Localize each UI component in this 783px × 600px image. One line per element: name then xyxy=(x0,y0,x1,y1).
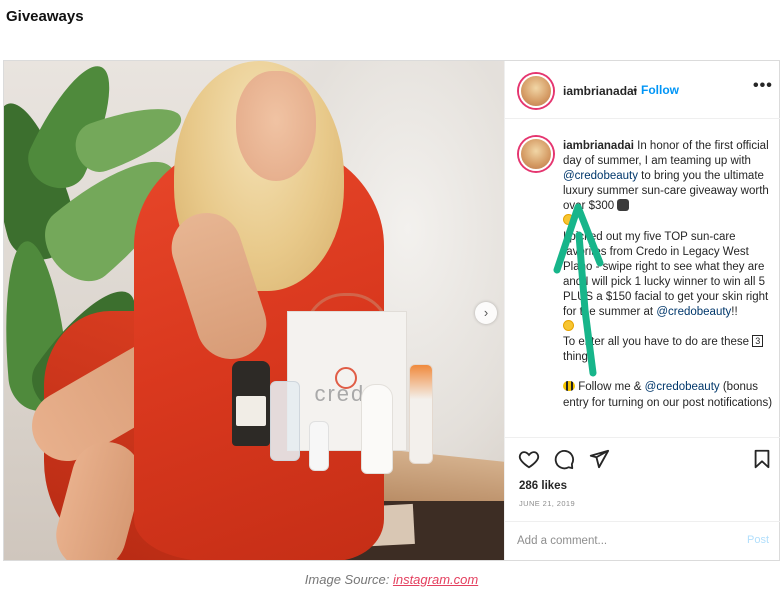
heart-icon[interactable] xyxy=(518,448,540,470)
image-source-link[interactable]: instagram.com xyxy=(393,572,478,587)
bookmark-icon[interactable] xyxy=(751,448,773,470)
caption-text: !! xyxy=(731,306,738,319)
face-emoji-icon xyxy=(617,199,630,212)
follow-separator: • xyxy=(633,83,638,97)
product-tube xyxy=(409,364,433,464)
share-icon[interactable] xyxy=(588,448,610,470)
caption-username[interactable]: iambrianadai xyxy=(563,140,634,152)
product-bottle xyxy=(361,384,393,474)
post-header: iambrianadai • Follow ••• xyxy=(505,61,780,119)
next-slide-button[interactable]: › xyxy=(475,302,497,324)
comment-input[interactable] xyxy=(517,533,717,549)
product-label xyxy=(236,396,266,426)
mention-link[interactable]: @credobeauty xyxy=(563,170,638,182)
face xyxy=(236,71,316,181)
mention-link[interactable]: @credobeauty xyxy=(656,306,731,318)
post-actions: 286 likes JUNE 21, 2019 Post xyxy=(505,437,780,557)
keycap-3-icon: 3 xyxy=(752,335,764,348)
annotation-arrow xyxy=(553,203,604,377)
instagram-post: credo › iambrianadai • Follow ••• iambri… xyxy=(3,60,780,561)
chevron-right-icon: › xyxy=(483,305,489,320)
post-photo[interactable]: credo › xyxy=(4,61,504,560)
more-icon[interactable]: ••• xyxy=(753,77,773,95)
comment-icon[interactable] xyxy=(553,448,575,470)
post-date: JUNE 21, 2019 xyxy=(519,499,576,508)
bee-emoji-icon xyxy=(563,381,575,392)
caption-text: Follow me & xyxy=(575,381,645,394)
likes-count[interactable]: 286 likes xyxy=(519,480,567,492)
section-title: Giveaways xyxy=(6,8,84,25)
product-bottle xyxy=(270,381,300,461)
caption-avatar[interactable] xyxy=(519,137,553,171)
avatar[interactable] xyxy=(519,74,553,108)
post-comment-button[interactable]: Post xyxy=(747,534,769,546)
comment-bar: Post xyxy=(505,521,780,559)
image-source-label: Image Source: xyxy=(304,572,393,587)
mention-link[interactable]: @credobeauty xyxy=(645,381,720,393)
post-username[interactable]: iambrianadai xyxy=(563,84,637,98)
follow-button[interactable]: Follow xyxy=(641,83,679,97)
image-source-caption: Image Source: instagram.com xyxy=(0,572,783,587)
product-tube xyxy=(309,421,329,471)
